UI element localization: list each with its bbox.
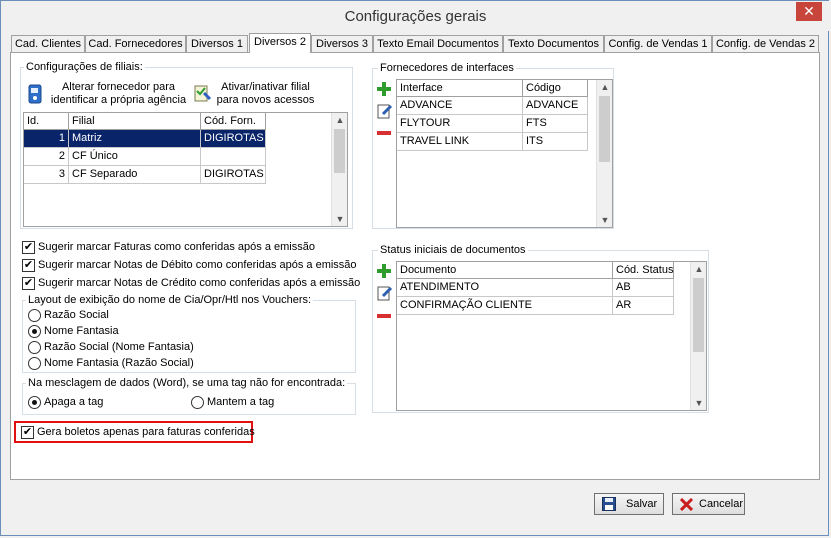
table-row-cell-codigo[interactable]: FTS bbox=[523, 115, 588, 133]
alterar-fornecedor-button[interactable]: Alterar fornecedor para identificar a pr… bbox=[27, 80, 192, 110]
cancel-label: Cancelar bbox=[699, 498, 744, 510]
boletos-checkbox[interactable]: ✔ bbox=[21, 426, 34, 439]
status-group-label: Status iniciais de documentos bbox=[378, 244, 528, 256]
toggle-filial-icon bbox=[194, 85, 212, 102]
floppy-disk-icon bbox=[602, 497, 616, 511]
alterar-line2: identificar a própria agência bbox=[50, 94, 187, 106]
table-row-cell-id[interactable]: 3 bbox=[24, 166, 69, 184]
window-title: Configurações gerais bbox=[344, 8, 487, 25]
status-scrollbar[interactable]: ▲ ▼ bbox=[690, 262, 706, 410]
title-bar: Configurações gerais ✕ bbox=[1, 1, 830, 31]
radio-label: Mantem a tag bbox=[207, 396, 275, 408]
table-row-cell-filial[interactable]: CF Único bbox=[69, 148, 201, 166]
tab-texto-email[interactable]: Texto Email Documentos bbox=[373, 35, 503, 52]
radio-label: Nome Fantasia bbox=[44, 325, 119, 337]
filiais-group-label: Configurações de filiais: bbox=[24, 61, 145, 73]
tab-diversos-1[interactable]: Diversos 1 bbox=[186, 35, 248, 52]
save-button[interactable]: Salvar bbox=[594, 493, 664, 515]
fornecedores-scrollbar[interactable]: ▲ ▼ bbox=[596, 80, 612, 227]
radio-mantem-tag[interactable] bbox=[191, 396, 204, 409]
filiais-scrollbar[interactable]: ▲ ▼ bbox=[331, 113, 347, 226]
scroll-down-icon[interactable]: ▼ bbox=[332, 212, 347, 226]
col-header-codigo[interactable]: Código bbox=[523, 80, 588, 97]
radio-label: Nome Fantasia (Razão Social) bbox=[44, 357, 194, 369]
alterar-line1: Alterar fornecedor para bbox=[61, 81, 176, 93]
add-icon[interactable] bbox=[377, 264, 391, 278]
fornecedores-grid[interactable]: Interface Código ADVANCE ADVANCE FLYTOUR… bbox=[396, 79, 613, 228]
table-row-cell-filial[interactable]: CF Separado bbox=[69, 166, 201, 184]
scroll-thumb[interactable] bbox=[693, 278, 704, 352]
table-row-cell-cod[interactable] bbox=[201, 148, 266, 166]
radio-nome-fantasia[interactable] bbox=[28, 325, 41, 338]
radio-label: Razão Social (Nome Fantasia) bbox=[44, 341, 194, 353]
mesclagem-label: Na mesclagem de dados (Word), se uma tag… bbox=[26, 377, 348, 389]
fornecedores-group-label: Fornecedores de interfaces bbox=[378, 62, 516, 74]
tab-cad-fornecedores[interactable]: Cad. Fornecedores bbox=[85, 35, 186, 52]
boletos-label: Gera boletos apenas para faturas conferi… bbox=[37, 426, 255, 438]
remove-icon[interactable] bbox=[377, 313, 391, 319]
faturas-checkbox[interactable]: ✔ bbox=[22, 241, 35, 254]
table-row-cell-interface[interactable]: TRAVEL LINK bbox=[397, 133, 523, 151]
table-row-cell-interface[interactable]: FLYTOUR bbox=[397, 115, 523, 133]
tab-config-vendas-2[interactable]: Config. de Vendas 2 bbox=[712, 35, 819, 52]
col-header-interface[interactable]: Interface bbox=[397, 80, 523, 97]
col-header-documento[interactable]: Documento bbox=[397, 262, 613, 279]
table-row-cell-cod-status[interactable]: AB bbox=[613, 279, 674, 297]
close-icon[interactable]: ✕ bbox=[796, 2, 822, 21]
scroll-down-icon[interactable]: ▼ bbox=[597, 213, 612, 227]
credito-checkbox[interactable]: ✔ bbox=[22, 277, 35, 290]
radio-label: Apaga a tag bbox=[44, 396, 104, 408]
cancel-button[interactable]: Cancelar bbox=[672, 493, 745, 515]
remove-icon[interactable] bbox=[377, 130, 391, 136]
cancel-x-icon bbox=[680, 498, 693, 511]
ativar-line1: Ativar/inativar filial bbox=[221, 81, 310, 93]
tab-cad-clientes[interactable]: Cad. Clientes bbox=[11, 35, 85, 52]
col-header-filial[interactable]: Filial bbox=[69, 113, 201, 130]
tab-texto-documentos[interactable]: Texto Documentos bbox=[503, 35, 604, 52]
table-row-cell-cod[interactable]: DIGIROTAS bbox=[201, 166, 266, 184]
tab-diversos-2[interactable]: Diversos 2 bbox=[249, 33, 311, 53]
debito-checkbox[interactable]: ✔ bbox=[22, 259, 35, 272]
radio-razao-nome-fantasia[interactable] bbox=[28, 341, 41, 354]
scroll-up-icon[interactable]: ▲ bbox=[332, 113, 347, 127]
table-row-cell-documento[interactable]: ATENDIMENTO bbox=[397, 279, 613, 297]
edit-icon[interactable] bbox=[377, 285, 393, 301]
debito-label: Sugerir marcar Notas de Débito como conf… bbox=[38, 259, 357, 271]
scroll-up-icon[interactable]: ▲ bbox=[691, 262, 706, 276]
credito-label: Sugerir marcar Notas de Crédito como con… bbox=[38, 277, 361, 289]
table-row-cell-id[interactable]: 1 bbox=[24, 130, 69, 148]
scroll-down-icon[interactable]: ▼ bbox=[691, 396, 706, 410]
ativar-inativar-button[interactable]: Ativar/inativar filial para novos acesso… bbox=[194, 80, 319, 110]
col-header-cod-status[interactable]: Cód. Status bbox=[613, 262, 674, 279]
add-icon[interactable] bbox=[377, 82, 391, 96]
table-row-cell-cod[interactable]: DIGIROTAS bbox=[201, 130, 266, 148]
radio-label: Razão Social bbox=[44, 309, 109, 321]
col-header-cod-forn[interactable]: Cód. Forn. bbox=[201, 113, 266, 130]
table-row-cell-cod-status[interactable]: AR bbox=[613, 297, 674, 315]
ativar-line2: para novos acessos bbox=[216, 94, 315, 106]
table-row-cell-id[interactable]: 2 bbox=[24, 148, 69, 166]
status-grid[interactable]: Documento Cód. Status ATENDIMENTO AB CON… bbox=[396, 261, 707, 411]
tab-diversos-3[interactable]: Diversos 3 bbox=[311, 35, 373, 52]
radio-nome-fantasia-razao[interactable] bbox=[28, 357, 41, 370]
tab-config-vendas-1[interactable]: Config. de Vendas 1 bbox=[604, 35, 712, 52]
scroll-up-icon[interactable]: ▲ bbox=[597, 80, 612, 94]
radio-razao-social[interactable] bbox=[28, 309, 41, 322]
edit-icon[interactable] bbox=[377, 103, 393, 119]
table-row-cell-documento[interactable]: CONFIRMAÇÃO CLIENTE bbox=[397, 297, 613, 315]
filiais-grid[interactable]: Id. Filial Cód. Forn. 1 Matriz DIGIROTAS… bbox=[23, 112, 348, 227]
table-row-cell-filial[interactable]: Matriz bbox=[69, 130, 201, 148]
layout-vouchers-label: Layout de exibição do nome de Cia/Opr/Ht… bbox=[26, 294, 314, 306]
col-header-id[interactable]: Id. bbox=[24, 113, 69, 130]
phone-book-icon bbox=[28, 84, 42, 104]
radio-apaga-tag[interactable] bbox=[28, 396, 41, 409]
faturas-label: Sugerir marcar Faturas como conferidas a… bbox=[38, 241, 315, 253]
save-label: Salvar bbox=[626, 498, 658, 510]
table-row-cell-interface[interactable]: ADVANCE bbox=[397, 97, 523, 115]
table-row-cell-codigo[interactable]: ADVANCE bbox=[523, 97, 588, 115]
scroll-thumb[interactable] bbox=[334, 129, 345, 173]
table-row-cell-codigo[interactable]: ITS bbox=[523, 133, 588, 151]
scroll-thumb[interactable] bbox=[599, 96, 610, 162]
